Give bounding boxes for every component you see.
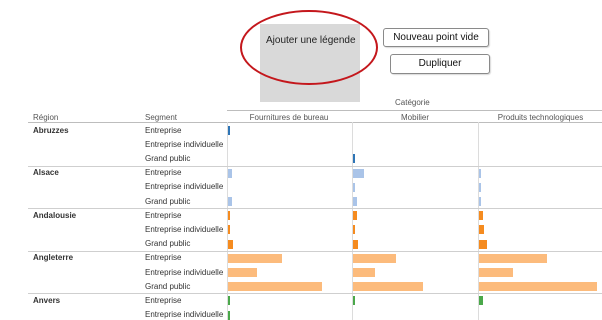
bar-mark[interactable] <box>479 296 483 306</box>
highlight-ellipse <box>240 10 378 85</box>
segment-label: Grand public <box>145 239 191 249</box>
region-label: Alsace <box>33 168 59 178</box>
segment-label: Entreprise <box>145 210 182 220</box>
bar-mark[interactable] <box>479 182 481 192</box>
bar-mark[interactable] <box>353 182 355 192</box>
region-label: Angleterre <box>33 253 74 263</box>
bar-mark[interactable] <box>353 296 355 306</box>
duplicate-button[interactable]: Dupliquer <box>390 54 490 74</box>
bar-mark[interactable] <box>228 310 230 320</box>
region-label: Andalousie <box>33 210 77 220</box>
region-divider <box>28 250 602 252</box>
bar-mark[interactable] <box>228 168 232 178</box>
segment-label: Entreprise individuelle <box>145 310 224 320</box>
bar-mark[interactable] <box>479 197 481 206</box>
bar-mark[interactable] <box>479 268 513 277</box>
bar-mark[interactable] <box>228 296 230 306</box>
category-header: Catégorie <box>395 98 430 107</box>
bar-mark[interactable] <box>228 282 322 292</box>
segment-label: Entreprise <box>145 125 182 135</box>
bar-mark[interactable] <box>353 168 364 178</box>
region-label: Abruzzes <box>33 125 69 135</box>
bar-mark[interactable] <box>228 268 257 277</box>
column-header-technology: Produits technologiques <box>497 113 584 122</box>
bar-mark[interactable] <box>353 282 423 292</box>
segment-label: Entreprise individuelle <box>145 267 224 277</box>
bar-mark[interactable] <box>479 282 597 292</box>
bar-mark[interactable] <box>228 211 230 221</box>
segment-label: Entreprise <box>145 295 182 305</box>
bar-mark[interactable] <box>353 268 375 277</box>
bar-mark[interactable] <box>479 253 548 263</box>
bar-mark[interactable] <box>228 126 230 135</box>
bar-mark[interactable] <box>479 225 484 235</box>
region-divider <box>28 165 602 167</box>
bar-mark[interactable] <box>479 239 488 249</box>
bar-mark[interactable] <box>353 211 357 221</box>
segment-label: Entreprise <box>145 168 182 178</box>
region-header: Région <box>33 113 59 122</box>
header-divider <box>28 122 602 123</box>
region-divider <box>28 293 602 295</box>
bar-mark[interactable] <box>228 253 282 263</box>
column-header-office-supplies: Fournitures de bureau <box>249 113 329 122</box>
segment-label: Grand public <box>145 281 191 291</box>
segment-label: Entreprise <box>145 253 182 263</box>
bar-mark[interactable] <box>228 197 232 206</box>
bar-mark[interactable] <box>353 253 397 263</box>
bar-mark[interactable] <box>228 239 233 249</box>
region-divider <box>28 208 602 210</box>
bar-mark[interactable] <box>353 154 356 164</box>
column-header-furniture: Mobilier <box>400 113 429 122</box>
segment-label: Grand public <box>145 153 191 163</box>
bar-mark[interactable] <box>353 239 358 249</box>
segment-header: Segment <box>145 113 178 122</box>
segment-label: Grand public <box>145 196 191 206</box>
new-empty-point-button[interactable]: Nouveau point vide <box>383 28 489 47</box>
bar-mark[interactable] <box>479 211 483 221</box>
category-divider <box>227 110 602 111</box>
segment-label: Entreprise individuelle <box>145 224 224 234</box>
segment-label: Entreprise individuelle <box>145 139 224 149</box>
bar-mark[interactable] <box>479 168 481 178</box>
region-label: Anvers <box>33 295 61 305</box>
bar-mark[interactable] <box>228 225 230 235</box>
segment-label: Entreprise individuelle <box>145 182 224 192</box>
bar-mark[interactable] <box>353 225 355 235</box>
bar-mark[interactable] <box>353 197 357 206</box>
